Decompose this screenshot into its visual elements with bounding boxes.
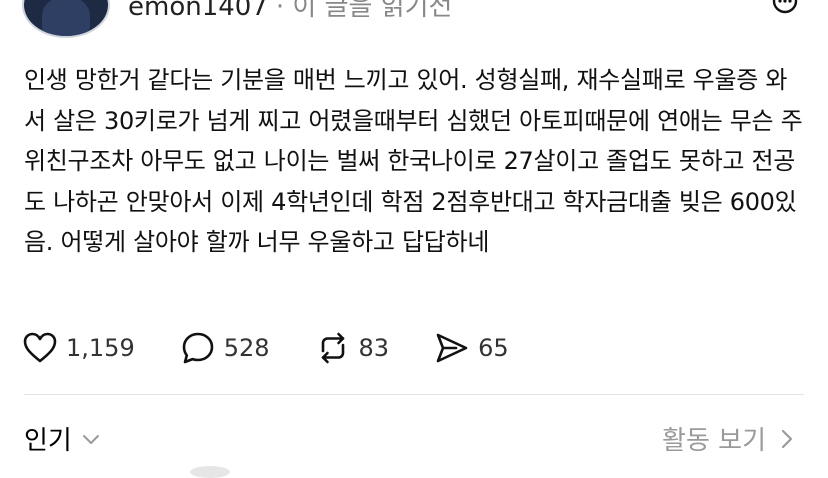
like-button[interactable]: 1,159	[22, 330, 135, 366]
paper-plane-icon	[436, 333, 468, 363]
section-divider	[24, 394, 804, 395]
like-count: 1,159	[66, 334, 135, 362]
repost-count: 83	[358, 334, 390, 362]
repost-button[interactable]: 83	[315, 330, 390, 366]
post-header: emon1407 · 이 글을 읽기전	[128, 0, 452, 23]
share-button[interactable]: 65	[434, 330, 509, 366]
post-meta: · 이 글을 읽기전	[275, 0, 453, 22]
sort-label: 인기	[24, 426, 72, 456]
post-actions: 1,159 528 83 65	[22, 330, 554, 366]
activity-label: 활동 보기	[662, 426, 766, 456]
next-comment-avatar[interactable]	[190, 466, 230, 478]
comment-button[interactable]: 528	[180, 330, 270, 366]
chevron-down-icon	[82, 434, 99, 444]
chevron-right-icon	[781, 429, 793, 448]
more-options-icon[interactable]	[772, 0, 798, 14]
view-activity-link[interactable]: 활동 보기	[662, 420, 796, 457]
author-username[interactable]: emon1407	[128, 0, 268, 22]
comment-count: 528	[223, 334, 270, 362]
speech-bubble-icon	[182, 332, 214, 364]
sort-dropdown[interactable]: 인기	[24, 420, 102, 457]
author-avatar[interactable]	[22, 0, 110, 38]
heart-icon	[23, 332, 57, 363]
share-count: 65	[478, 334, 509, 362]
repost-arrows-icon	[321, 332, 344, 364]
post-body: 인생 망한거 같다는 기분을 매번 느끼고 있어. 성형실패, 재수실패로 우울…	[24, 66, 803, 256]
